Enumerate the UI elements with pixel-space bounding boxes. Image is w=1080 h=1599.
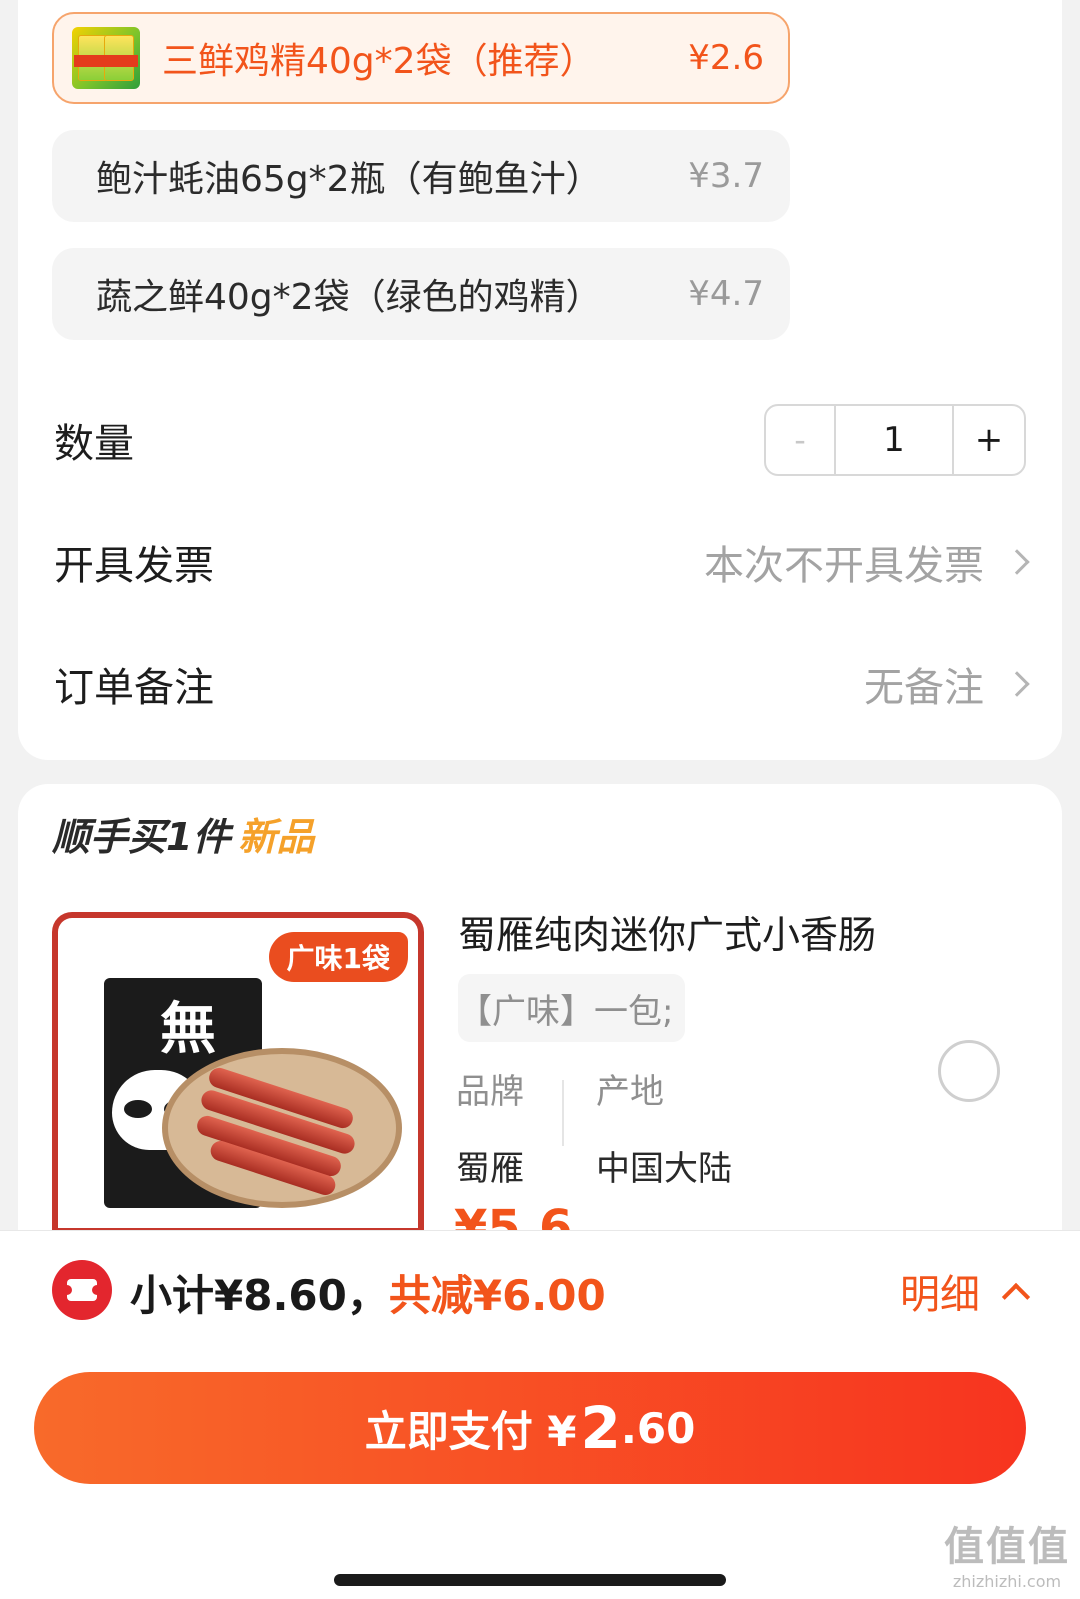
quantity-minus-button[interactable]: -	[766, 406, 836, 474]
new-badge: 新品	[238, 815, 315, 859]
quantity-row: 数量 - 1 +	[54, 400, 1026, 480]
home-indicator	[334, 1574, 726, 1586]
chevron-right-icon	[1004, 671, 1030, 697]
quantity-value[interactable]: 1	[836, 406, 954, 474]
watermark: 值值值 zhizhizhi.com	[944, 1514, 1070, 1591]
brand-value: 蜀雁	[456, 1149, 524, 1189]
add-product-radio[interactable]	[938, 1040, 1000, 1102]
origin-attribute: 产地 中国大陆	[596, 1064, 732, 1190]
recommend-title: 顺手买1件 新品	[52, 806, 314, 861]
subtotal-text: 小计¥8.60，	[130, 1271, 389, 1320]
chevron-up-icon	[1001, 1282, 1031, 1312]
invoice-value: 本次不开具发票	[704, 533, 1030, 591]
pay-now-button[interactable]: 立即支付 ¥ 2 .60	[34, 1372, 1026, 1484]
order-summary: 小计¥8.60，共减¥6.00	[130, 1262, 606, 1323]
sku-thumbnail	[72, 27, 140, 89]
quantity-stepper: - 1 +	[764, 404, 1026, 476]
product-name[interactable]: 蜀雁纯肉迷你广式小香肠	[458, 904, 876, 959]
origin-label: 产地	[596, 1072, 664, 1112]
sausage-plate	[162, 1048, 402, 1208]
quantity-label: 数量	[54, 421, 134, 467]
discount-text: 共减¥6.00	[388, 1271, 606, 1320]
watermark-url: zhizhizhi.com	[952, 1572, 1062, 1591]
quantity-plus-button[interactable]: +	[954, 406, 1024, 474]
product-image[interactable]: 無肉 广味1袋	[52, 912, 424, 1252]
pay-amount-decimal: .60	[620, 1403, 696, 1453]
remark-row[interactable]: 订单备注 无备注	[54, 644, 1030, 724]
detail-toggle[interactable]: 明细	[900, 1262, 1031, 1320]
sku-option-selected[interactable]: 三鲜鸡精40g*2袋（推荐） ¥2.6	[52, 12, 790, 104]
sku-option[interactable]: 蔬之鲜40g*2袋（绿色的鸡精） ¥4.7	[52, 248, 790, 340]
attribute-divider	[562, 1080, 564, 1146]
coupon-icon	[52, 1260, 112, 1320]
flavor-tag: 广味1袋	[268, 932, 408, 982]
sku-option-price: ¥4.7	[688, 274, 764, 314]
origin-value: 中国大陆	[596, 1149, 732, 1189]
sku-option-name: 鲍汁蚝油65g*2瓶（有鲍鱼汁）	[96, 159, 602, 200]
remark-value: 无备注	[864, 655, 1030, 713]
invoice-value-text: 本次不开具发票	[704, 543, 984, 589]
invoice-label: 开具发票	[54, 543, 214, 589]
brand-attribute: 品牌 蜀雁	[456, 1064, 524, 1190]
sku-option-name: 三鲜鸡精40g*2袋（推荐）	[162, 41, 596, 82]
sku-option-price: ¥3.7	[688, 156, 764, 196]
sku-option-name: 蔬之鲜40g*2袋（绿色的鸡精）	[96, 277, 602, 318]
recommend-title-text: 顺手买1件	[52, 815, 231, 859]
product-spec[interactable]: 【广味】一包;	[458, 974, 686, 1042]
pay-amount-integer: 2	[580, 1394, 621, 1462]
sku-option[interactable]: 鲍汁蚝油65g*2瓶（有鲍鱼汁） ¥3.7	[52, 130, 790, 222]
remark-label: 订单备注	[54, 665, 214, 711]
chevron-right-icon	[1004, 549, 1030, 575]
remark-value-text: 无备注	[864, 665, 984, 711]
brand-label: 品牌	[456, 1072, 524, 1112]
watermark-logo: 值值值	[944, 1524, 1070, 1570]
sku-option-price: ¥2.6	[688, 38, 764, 78]
detail-label: 明细	[900, 1272, 980, 1318]
invoice-row[interactable]: 开具发票 本次不开具发票	[54, 522, 1030, 602]
pay-label: 立即支付 ¥	[364, 1406, 577, 1456]
